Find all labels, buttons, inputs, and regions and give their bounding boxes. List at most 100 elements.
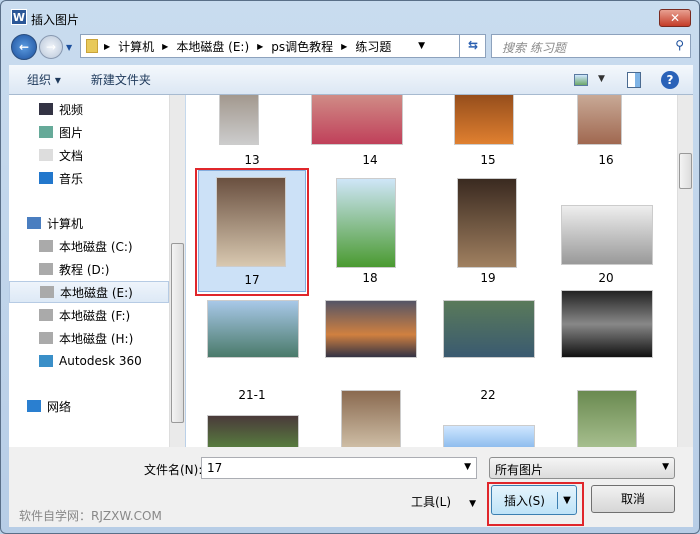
tools-button[interactable]: 工具(L) ▼: [411, 493, 476, 510]
window-title: 插入图片: [31, 13, 80, 27]
refresh-button[interactable]: ⇆: [459, 34, 486, 58]
nav-item[interactable]: 文档: [9, 144, 169, 166]
image-thumbnail: [561, 290, 653, 358]
file-item[interactable]: 16: [547, 95, 665, 170]
search-input[interactable]: 搜索 练习题 ⚲: [491, 34, 691, 58]
chevron-right-icon: ▶: [104, 41, 111, 51]
nav-item-label: 本地磁盘 (E:): [60, 285, 133, 300]
filetype-value: 所有图片: [495, 463, 544, 477]
breadcrumb-computer[interactable]: 计算机: [118, 38, 154, 55]
file-name: 20: [598, 271, 614, 285]
nav-scrollbar[interactable]: [169, 95, 185, 447]
address-bar[interactable]: ▶ 计算机 ▶ 本地磁盘 (E:) ▶ ps调色教程 ▶ 练习题 ▼: [80, 34, 486, 58]
file-name: 15: [480, 153, 496, 167]
cancel-button[interactable]: 取消: [591, 485, 675, 513]
nav-item[interactable]: 视频: [9, 98, 169, 120]
file-item[interactable]: [311, 390, 429, 447]
nav-item-label: 图片: [59, 125, 84, 140]
file-name: 19: [480, 271, 496, 285]
filetype-select[interactable]: 所有图片 ▼: [489, 457, 675, 479]
dialog-footer: 文件名(N): 17 ▼ 所有图片 ▼ 工具(L) ▼ 插入(S) ▼ 取消 软件自学网…: [9, 447, 693, 527]
tools-label: 工具(L): [411, 495, 452, 509]
drive-icon: [39, 263, 53, 275]
close-button[interactable]: ✕: [659, 9, 691, 27]
nav-item[interactable]: 教程 (D:): [9, 258, 169, 280]
drive-icon: [39, 332, 53, 344]
content-scrollbar[interactable]: [677, 95, 693, 447]
nav-item[interactable]: 图片: [9, 121, 169, 143]
image-thumbnail: [577, 390, 637, 447]
image-thumbnail: [207, 300, 299, 358]
breadcrumb-exercises[interactable]: 练习题: [355, 38, 391, 55]
file-name: 16: [598, 153, 614, 167]
cloud-icon: [39, 355, 53, 367]
image-thumbnail: [325, 300, 417, 358]
image-thumbnail: [311, 95, 403, 145]
nav-item[interactable]: 本地磁盘 (E:): [9, 281, 169, 303]
file-item[interactable]: 20: [547, 173, 665, 285]
image-thumbnail: [219, 95, 259, 145]
file-item[interactable]: 22: [429, 290, 547, 402]
file-item[interactable]: 23: [547, 290, 665, 402]
nav-item-label: 本地磁盘 (F:): [59, 308, 131, 323]
history-dropdown[interactable]: ▼: [66, 43, 72, 52]
file-item[interactable]: 15: [429, 95, 547, 170]
address-dropdown[interactable]: ▼: [418, 41, 425, 51]
nav-item[interactable]: 计算机: [9, 212, 169, 234]
file-item[interactable]: [429, 390, 547, 447]
content-scroll-thumb[interactable]: [679, 153, 692, 189]
image-thumbnail: [341, 390, 401, 447]
view-dropdown[interactable]: ▼: [598, 74, 605, 84]
nav-item-label: 视频: [59, 102, 84, 117]
file-item[interactable]: [193, 390, 311, 447]
document-icon: [39, 149, 53, 161]
back-button[interactable]: ←: [11, 34, 37, 60]
file-item[interactable]: [547, 390, 665, 447]
word-app-icon: W: [11, 9, 27, 25]
nav-item[interactable]: 音乐: [9, 167, 169, 189]
nav-item[interactable]: 网络: [9, 395, 169, 417]
file-item[interactable]: 21-2: [311, 290, 429, 402]
selection-highlight-box: [195, 168, 309, 296]
folder-icon: [86, 39, 98, 53]
preview-pane-icon[interactable]: [627, 72, 641, 88]
nav-item[interactable]: 本地磁盘 (F:): [9, 304, 169, 326]
nav-item-label: 网络: [47, 399, 72, 414]
nav-item[interactable]: 本地磁盘 (H:): [9, 327, 169, 349]
forward-button[interactable]: →: [39, 35, 63, 59]
picture-icon: [39, 126, 53, 138]
file-item[interactable]: 18: [311, 173, 429, 285]
file-item[interactable]: 21-1: [193, 290, 311, 402]
navigation-pane: 视频图片文档音乐计算机本地磁盘 (C:) 教程 (D:) 本地磁盘 (E:) 本地磁盘…: [9, 95, 169, 447]
help-icon[interactable]: ?: [661, 71, 679, 89]
computer-icon: [27, 217, 41, 229]
breadcrumb-ps-tutorial[interactable]: ps调色教程: [271, 38, 333, 55]
file-item[interactable]: 14: [311, 95, 429, 170]
insert-picture-dialog: W 插入图片 ✕ ← → ▼ ▶ 计算机 ▶ 本地磁盘 (E:) ▶ ps调色教…: [0, 0, 700, 534]
breadcrumb-drive-e[interactable]: 本地磁盘 (E:): [176, 38, 249, 55]
toolbar: 组织 ▾ 新建文件夹 ▼ ?: [9, 65, 693, 95]
insert-highlight-box: [487, 482, 584, 526]
new-folder-button[interactable]: 新建文件夹: [91, 71, 151, 88]
view-icon[interactable]: [574, 74, 588, 86]
image-thumbnail: [207, 415, 299, 447]
watermark: 软件自学网：RJZXW.COM: [19, 509, 162, 523]
image-thumbnail: [443, 300, 535, 358]
file-item[interactable]: 19: [429, 173, 547, 285]
nav-item[interactable]: Autodesk 360: [9, 350, 169, 372]
filename-value: 17: [207, 461, 223, 475]
nav-item-label: 音乐: [59, 171, 84, 186]
nav-item[interactable]: 本地磁盘 (C:): [9, 235, 169, 257]
filename-input[interactable]: 17 ▼: [201, 457, 477, 479]
file-item[interactable]: 13: [193, 95, 311, 170]
chevron-down-icon[interactable]: ▼: [464, 462, 471, 472]
nav-scroll-thumb[interactable]: [171, 243, 184, 423]
image-thumbnail: [454, 95, 514, 145]
organize-button[interactable]: 组织 ▾: [27, 71, 61, 88]
drive-icon: [40, 286, 54, 298]
drive-icon: [39, 240, 53, 252]
image-thumbnail: [457, 178, 517, 268]
nav-item-label: 本地磁盘 (C:): [59, 239, 133, 254]
filename-label: 文件名(N):: [144, 463, 203, 477]
nav-item-label: 本地磁盘 (H:): [59, 331, 134, 346]
